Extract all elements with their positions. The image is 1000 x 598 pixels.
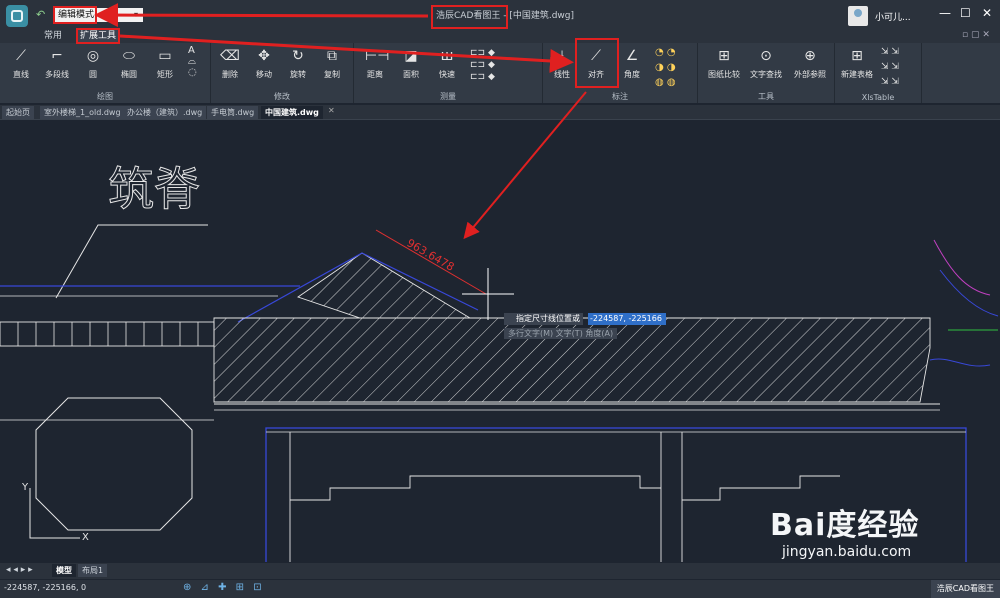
text-icon[interactable]: A ⌓ ◌ <box>188 45 197 78</box>
minimize-icon[interactable]: — <box>939 6 951 20</box>
rect-button[interactable]: ▭ 矩形 <box>148 47 182 80</box>
panel-controls[interactable]: ▫ ▢ ✕ <box>962 30 990 40</box>
doc-tab[interactable]: 起始页 <box>2 106 34 119</box>
lintel-left <box>290 475 661 501</box>
measure-more-icons[interactable]: ⊏⊐ ◆ ⊏⊐ ◆ ⊏⊐ ◆ <box>470 47 495 83</box>
layout-nav-icons[interactable]: ◂ ◂ ▸ ▸ <box>6 565 33 575</box>
find-icon: ⊙ <box>760 48 772 64</box>
group-measure: ⊢⊣ 距离 ◪ 面积 ш 快速 ⊏⊐ ◆ ⊏⊐ ◆ ⊏⊐ ◆ 测量 <box>354 43 543 103</box>
svg-text:X: X <box>82 532 89 543</box>
move-button[interactable]: ✥ 移动 <box>247 47 281 80</box>
group-draw: ⟋ 直线 ⌐ 多段线 ◎ 圆 ⬭ 椭圆 ▭ 矩形 A ⌓ ◌ 绘图 <box>0 43 211 103</box>
cornice-dentils <box>17 322 199 346</box>
group-xlstable: ⊞ 新建表格 ⇲ ⇲ ⇲ ⇲ ⇲ ⇲ XlsTable <box>835 43 922 103</box>
compare-button[interactable]: ⊞ 图纸比较 <box>704 47 744 80</box>
lintel-right <box>682 475 840 501</box>
doc-tab[interactable]: 中国建筑.dwg <box>261 106 323 119</box>
username[interactable]: 小可儿... <box>875 10 911 23</box>
highlight-extend-tab-box <box>76 28 120 44</box>
doc-tab[interactable]: 办公楼（建筑）.dwg <box>123 106 207 119</box>
drawing-canvas[interactable]: 筑脊 963.6478 Y X <box>0 120 1000 562</box>
xls-more-icons[interactable]: ⇲ ⇲ ⇲ ⇲ ⇲ ⇲ <box>881 45 899 90</box>
eraser-icon: ⌫ <box>220 48 240 64</box>
dim-prompt-label: 指定尺寸线位置或 <box>504 313 583 325</box>
dim-options[interactable]: 多行文字(M) 文字(T) 角度(A) <box>504 328 618 339</box>
snap-toggle-icons[interactable]: ⊕ ⊿ ✚ ⊞ ⊡ <box>183 582 265 593</box>
maximize-icon[interactable]: ☐ <box>960 6 971 20</box>
cornice-band <box>0 321 215 347</box>
line-button[interactable]: ⟋ 直线 <box>4 47 38 80</box>
layout-bar: ◂ ◂ ▸ ▸ 模型 布局1 <box>0 563 1000 579</box>
area-icon: ◪ <box>404 48 418 64</box>
linear-dim-button[interactable]: ⟊ 线性 <box>545 47 579 80</box>
polyline-button[interactable]: ⌐ 多段线 <box>40 47 74 80</box>
table-icon: ⊞ <box>851 48 863 64</box>
highlight-aligned-box <box>575 38 619 88</box>
octagon-window <box>35 397 193 531</box>
close-icon[interactable]: ✕ <box>982 6 992 20</box>
group-modify: ⌫ 删除 ✥ 移动 ↻ 旋转 ⧉ 复制 修改 <box>211 43 354 103</box>
rect-icon: ▭ <box>158 48 172 64</box>
watermark-main: Bai度经验 <box>770 508 920 543</box>
layout-tab-model[interactable]: 模型 <box>52 564 76 577</box>
copy-icon: ⧉ <box>327 48 337 64</box>
polyline-icon: ⌐ <box>51 48 63 64</box>
ribbon: ⟋ 直线 ⌐ 多段线 ◎ 圆 ⬭ 椭圆 ▭ 矩形 A ⌓ ◌ 绘图 ⌫ 删除 ✥ 移动 ↻ 旋转 ⧉… <box>0 43 1000 103</box>
svg-text:Y: Y <box>21 482 29 493</box>
quick-measure-icon: ш <box>440 48 454 64</box>
tab-common[interactable]: 常用 <box>44 30 62 43</box>
document-tabs: 起始页 室外楼梯_1_old.dwg 办公楼（建筑）.dwg 手电筒.dwg 中… <box>0 105 1000 120</box>
dimension-value: 963.6478 <box>405 236 457 274</box>
rotate-icon: ↻ <box>292 48 304 64</box>
column-lines <box>289 432 683 562</box>
xref-icon: ⊕ <box>804 48 816 64</box>
find-text-button[interactable]: ⊙ 文字查找 <box>746 47 786 80</box>
ribbon-tabs: 常用 扩展工具 ▫ ▢ ✕ <box>0 30 1000 43</box>
group-dimension: ⟊ 线性 ⟋ 对齐 ∠ 角度 ◔ ◔ ◑ ◑ ◍ ◍ 标注 <box>543 43 698 103</box>
cursor-coords: -224587, -225166, 0 <box>4 583 87 592</box>
ucs-icon: Y X <box>21 482 89 543</box>
doc-tab[interactable]: 室外楼梯_1_old.dwg <box>40 106 125 119</box>
watermark: Bai度经验 jingyan.baidu.com <box>770 500 919 560</box>
ellipse-button[interactable]: ⬭ 椭圆 <box>112 47 146 80</box>
ellipse-icon: ⬭ <box>123 48 135 64</box>
layout-tab-layout1[interactable]: 布局1 <box>78 564 108 577</box>
highlight-mode-box <box>53 6 97 24</box>
line-icon: ⟋ <box>16 48 26 64</box>
leader-line <box>55 224 208 299</box>
area-button[interactable]: ◪ 面积 <box>394 47 428 80</box>
mode-dropdown-icon[interactable]: ▾ <box>134 10 138 19</box>
brand-label: 浩辰CAD看图王 <box>930 580 1000 598</box>
rotate-button[interactable]: ↻ 旋转 <box>281 47 315 80</box>
circle-icon: ◎ <box>86 48 100 64</box>
move-icon: ✥ <box>258 48 270 64</box>
avatar[interactable] <box>848 6 868 26</box>
group-tools: ⊞ 图纸比较 ⊙ 文字查找 ⊕ 外部参照 工具 <box>698 43 835 103</box>
angle-dim-button[interactable]: ∠ 角度 <box>615 47 649 80</box>
quick-measure-button[interactable]: ш 快速 <box>430 47 464 80</box>
new-table-button[interactable]: ⊞ 新建表格 <box>837 47 877 80</box>
highlight-title-box <box>431 5 508 29</box>
compare-icon: ⊞ <box>718 48 730 64</box>
circle-button[interactable]: ◎ 圆 <box>76 47 110 80</box>
close-tab-icon[interactable]: ✕ <box>328 106 335 115</box>
roof-label: 筑脊 <box>108 162 200 216</box>
delete-button[interactable]: ⌫ 删除 <box>213 47 247 80</box>
dim-prompt-input[interactable]: -224587, -225166 <box>588 313 666 325</box>
dim-more-icons[interactable]: ◔ ◔ ◑ ◑ ◍ ◍ <box>655 45 676 90</box>
status-bar: -224587, -225166, 0 ⊕ ⊿ ✚ ⊞ ⊡ 浩辰CAD看图王 <box>0 580 1000 598</box>
watermark-sub: jingyan.baidu.com <box>782 544 912 560</box>
distance-button[interactable]: ⊢⊣ 距离 <box>358 47 392 80</box>
roof-label-text: 筑脊 <box>108 162 201 217</box>
undo-icon[interactable]: ↶ <box>36 8 45 21</box>
linear-dim-icon: ⟊ <box>560 48 564 64</box>
angle-icon: ∠ <box>625 48 639 64</box>
doc-tab[interactable]: 手电筒.dwg <box>207 106 259 119</box>
ruler-icon: ⊢⊣ <box>365 48 390 64</box>
xref-button[interactable]: ⊕ 外部参照 <box>790 47 830 80</box>
app-logo-icon[interactable] <box>6 5 28 27</box>
decoration-right <box>929 239 999 367</box>
copy-button[interactable]: ⧉ 复制 <box>315 47 349 80</box>
